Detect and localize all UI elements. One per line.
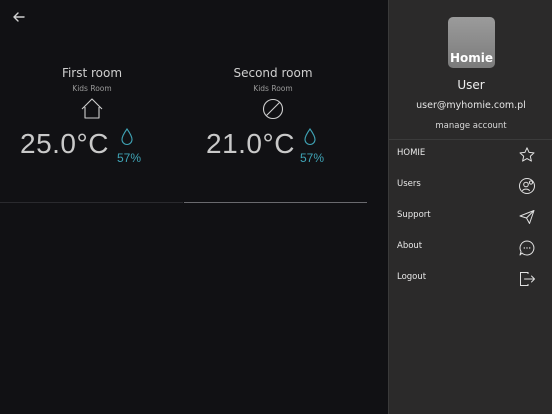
user-email: user@myhomie.com.pl (416, 100, 526, 111)
menu-item-label: Logout (397, 272, 427, 282)
users-icon (519, 178, 535, 194)
room-type: Kids Room (72, 84, 112, 93)
side-drawer: Homie User user@myhomie.com.pl manage ac… (388, 0, 552, 414)
homie-logo: Homie (448, 17, 495, 68)
menu-item-support[interactable]: Support (389, 202, 552, 233)
room-humidity: 57% (300, 151, 325, 165)
chat-bubble-icon (519, 240, 535, 256)
humidity-drop-icon (304, 128, 316, 145)
room-type: Kids Room (253, 84, 293, 93)
menu-item-logout[interactable]: Logout (389, 264, 552, 295)
room-divider-active (184, 202, 367, 203)
main-panel: First room Kids Room 25.0°C 57% Second r… (0, 0, 388, 414)
logout-icon (520, 272, 535, 286)
menu-item-label: Support (397, 210, 431, 220)
humidity-drop-icon (121, 128, 133, 145)
room-temperature: 25.0°C (20, 128, 109, 159)
menu-item-label: About (397, 241, 423, 251)
room-temperature: 21.0°C (206, 128, 295, 159)
send-icon (519, 210, 535, 224)
user-name: User (457, 78, 485, 92)
room-card-first[interactable]: First room Kids Room (0, 64, 184, 121)
menu-item-label: HOMIE (397, 148, 426, 158)
room-divider (0, 202, 183, 203)
room-humidity: 57% (117, 151, 142, 165)
house-icon (81, 98, 103, 119)
no-device-icon (262, 98, 284, 120)
menu-item-label: Users (397, 179, 421, 189)
menu-item-about[interactable]: About (389, 233, 552, 264)
logo-text: Homie (449, 51, 494, 65)
manage-account-link[interactable]: manage account (389, 121, 552, 131)
room-card-second[interactable]: Second room Kids Room (181, 64, 365, 121)
back-arrow-icon[interactable] (10, 8, 28, 26)
star-icon (519, 147, 535, 162)
room-name: Second room (233, 66, 313, 80)
menu-item-homie[interactable]: HOMIE (389, 140, 552, 171)
menu-item-users[interactable]: Users (389, 171, 552, 202)
room-name: First room (61, 66, 123, 80)
